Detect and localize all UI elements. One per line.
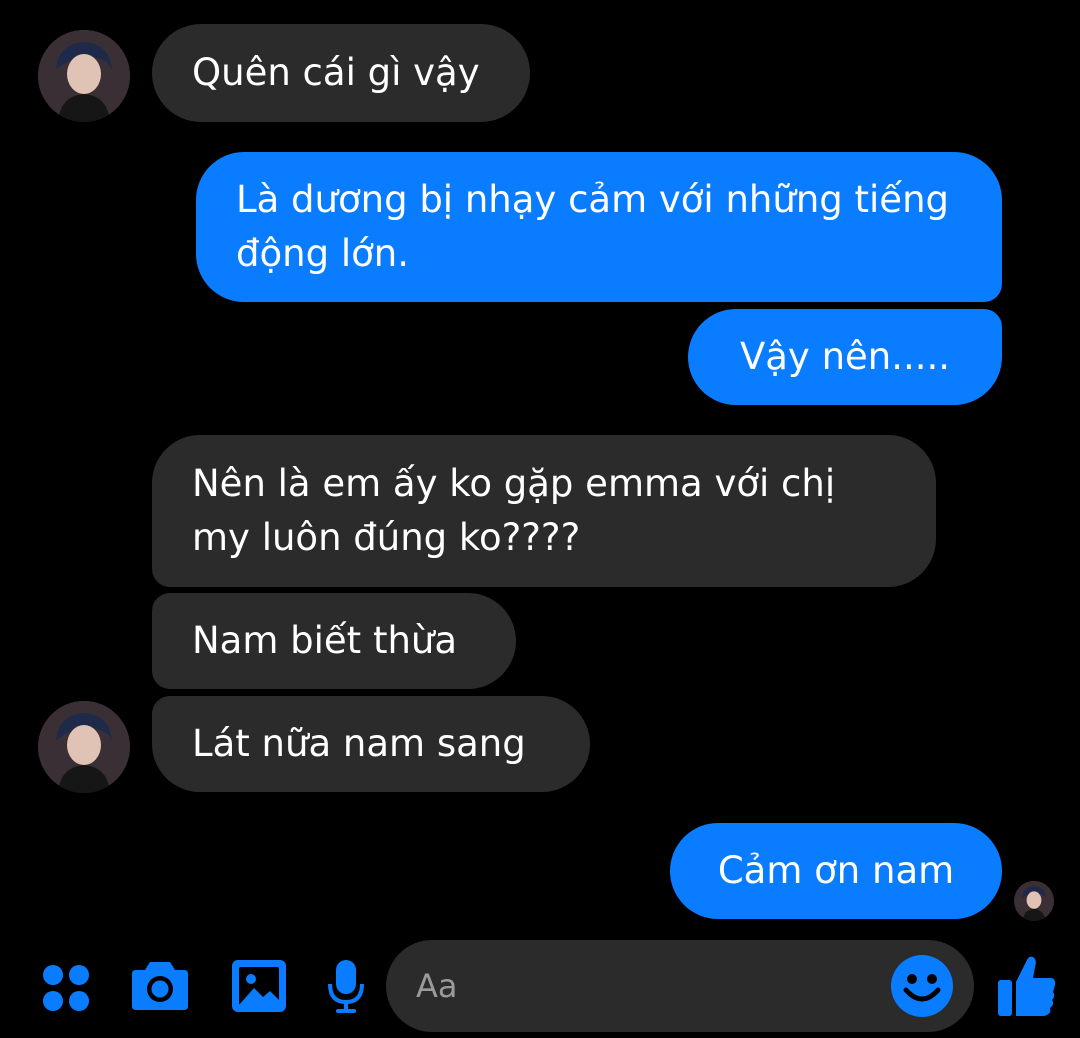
contact-avatar[interactable]: [38, 30, 130, 122]
message-input-placeholder: Aa: [416, 967, 458, 1005]
message-bubble-received[interactable]: Nam biết thừa: [152, 593, 516, 689]
message-input[interactable]: Aa: [386, 940, 974, 1032]
avatar-photo-icon: [38, 701, 130, 793]
avatar-photo-icon: [1014, 881, 1054, 921]
message-bubble-received[interactable]: Lát nữa nam sang: [152, 696, 590, 792]
message-text: Vậy nên.....: [739, 335, 951, 378]
message-text: Là dương bị nhạy cảm với những tiếng độn…: [236, 178, 950, 275]
gallery-icon[interactable]: [230, 958, 288, 1014]
apps-icon[interactable]: [40, 962, 92, 1014]
message-text: Nên là em ấy ko gặp emma với chị my luôn…: [192, 462, 836, 559]
message-text: Lát nữa nam sang: [192, 722, 526, 765]
avatar-photo-icon: [38, 30, 130, 122]
message-text: Quên cái gì vậy: [192, 51, 480, 94]
message-bubble-sent[interactable]: Là dương bị nhạy cảm với những tiếng độn…: [196, 152, 1002, 302]
seen-receipt-avatar: [1014, 881, 1054, 921]
message-text: Cảm ơn nam: [717, 849, 955, 892]
message-bubble-sent[interactable]: Cảm ơn nam: [670, 823, 1002, 919]
camera-icon[interactable]: [130, 958, 190, 1012]
message-bubble-received[interactable]: Quên cái gì vậy: [152, 24, 530, 122]
emoji-icon[interactable]: [890, 954, 954, 1018]
message-bubble-sent[interactable]: Vậy nên.....: [688, 309, 1002, 405]
message-text: Nam biết thừa: [192, 619, 458, 662]
like-thumb-icon[interactable]: [996, 952, 1058, 1018]
message-bubble-received[interactable]: Nên là em ấy ko gặp emma với chị my luôn…: [152, 435, 936, 587]
contact-avatar[interactable]: [38, 701, 130, 793]
microphone-icon[interactable]: [326, 958, 366, 1014]
